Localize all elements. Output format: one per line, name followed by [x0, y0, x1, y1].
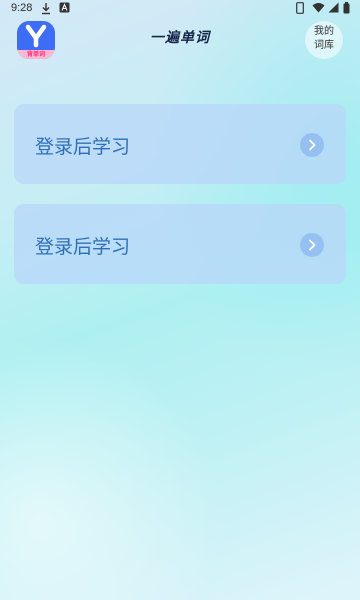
header: 背单词 一遍单词 我的 词库: [0, 18, 360, 62]
battery-icon: [343, 2, 350, 17]
wifi-icon: [312, 2, 325, 16]
app-logo-y-icon: 背单词: [17, 21, 55, 59]
chevron-right-icon: [300, 233, 324, 257]
app-title: 一遍单词: [150, 30, 210, 46]
logo-text: 背单词: [26, 51, 45, 58]
app-notification-icon: [59, 2, 70, 16]
chevron-right-icon: [300, 133, 324, 157]
login-to-study-card[interactable]: 登录后学习: [14, 204, 346, 284]
status-time: 9:28: [11, 2, 33, 14]
vocab-button-line2: 词库: [314, 40, 334, 51]
card-label: 登录后学习: [35, 136, 131, 158]
vocab-button-line1: 我的: [314, 26, 334, 37]
status-bar: 9:28: [0, 0, 360, 18]
signal-icon: [328, 2, 339, 16]
login-to-study-card[interactable]: 登录后学习: [14, 104, 346, 184]
battery-saver-icon: [296, 2, 304, 17]
my-vocabulary-button[interactable]: 我的 词库: [305, 21, 343, 59]
download-icon: [40, 2, 52, 18]
card-label: 登录后学习: [35, 236, 131, 258]
